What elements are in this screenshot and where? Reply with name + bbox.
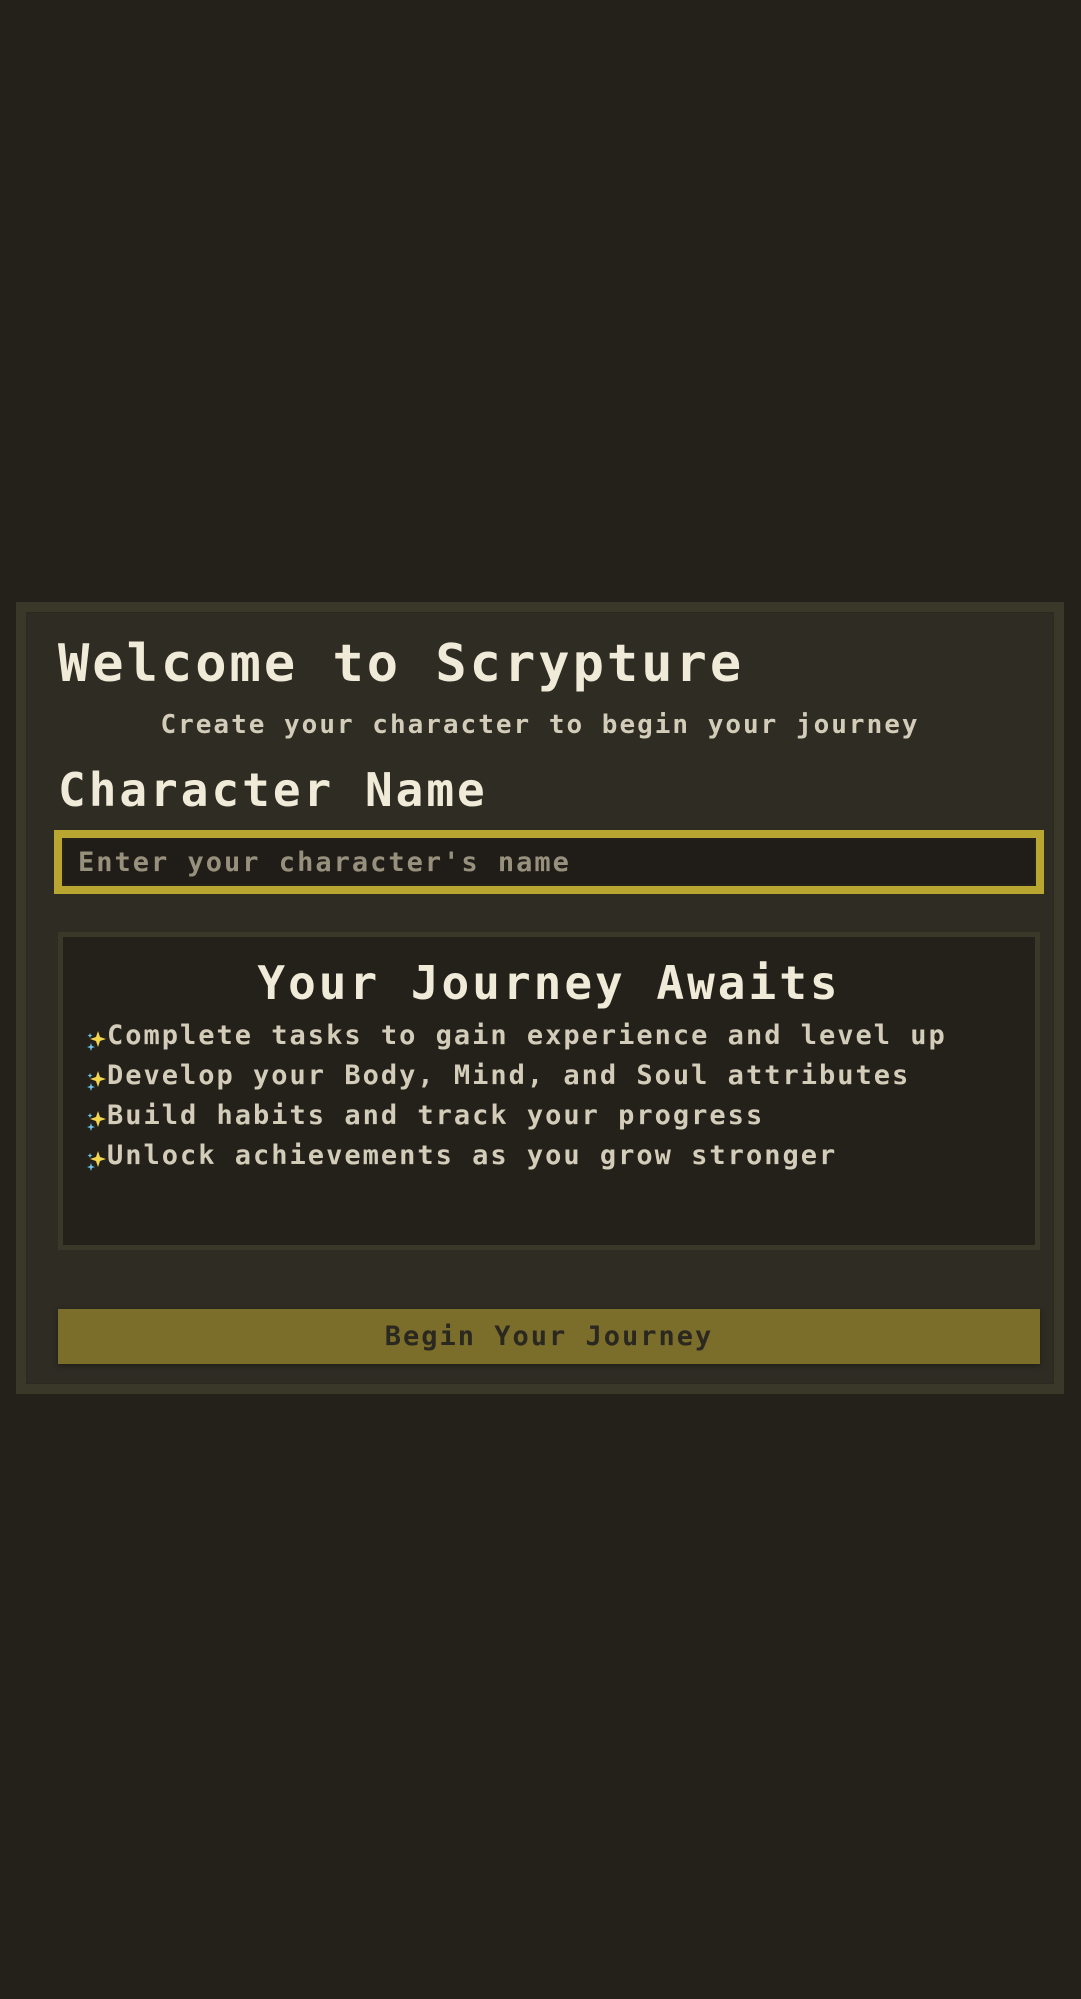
- list-item: Build habits and track your progress: [87, 1100, 1017, 1133]
- list-item: Develop your Body, Mind, and Soul attrib…: [87, 1060, 1017, 1093]
- journey-title: Your Journey Awaits: [257, 956, 841, 1010]
- page-title: Welcome to Scrypture: [58, 634, 745, 694]
- begin-journey-button[interactable]: Begin Your Journey: [58, 1309, 1040, 1364]
- feature-list: Complete tasks to gain experience and le…: [87, 1020, 1017, 1183]
- sparkle-icon: [87, 1067, 107, 1093]
- character-creation-card: Welcome to Scrypture Create your charact…: [16, 602, 1064, 1394]
- feature-text: Complete tasks to gain experience and le…: [107, 1020, 947, 1051]
- feature-text: Develop your Body, Mind, and Soul attrib…: [107, 1060, 911, 1091]
- journey-panel: Your Journey Awaits Complete tasks to ga…: [58, 932, 1040, 1250]
- character-name-input[interactable]: [54, 830, 1044, 894]
- sparkle-icon: [87, 1147, 107, 1173]
- sparkle-icon: [87, 1107, 107, 1133]
- sparkle-icon: [87, 1027, 107, 1053]
- feature-text: Unlock achievements as you grow stronger: [107, 1140, 838, 1171]
- list-item: Unlock achievements as you grow stronger: [87, 1140, 1017, 1173]
- list-item: Complete tasks to gain experience and le…: [87, 1020, 1017, 1053]
- character-name-label: Character Name: [58, 763, 488, 817]
- page-subtitle: Create your character to begin your jour…: [160, 710, 920, 740]
- feature-text: Build habits and track your progress: [107, 1100, 765, 1131]
